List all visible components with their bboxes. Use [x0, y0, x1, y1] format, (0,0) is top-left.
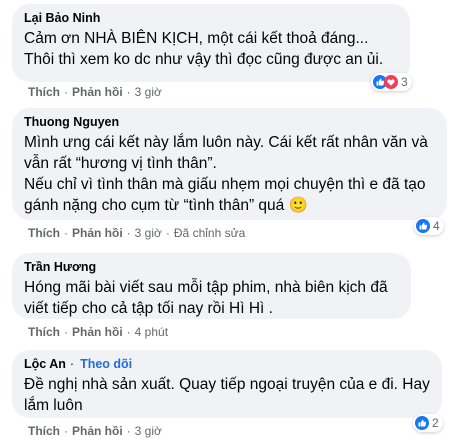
reply-button[interactable]: Phản hồi — [72, 325, 123, 339]
comment-author-row: Lộc An · Theo dõi — [24, 356, 133, 372]
comment-author[interactable]: Lộc An — [24, 356, 66, 372]
comment-bubble: Thuong Nguyen Mình ưng cái kết này lắm l… — [12, 108, 447, 220]
comment-author[interactable]: Lại Bảo Ninh — [24, 10, 398, 26]
like-button[interactable]: Thích — [28, 226, 60, 240]
comment-actions: Thích · Phản hồi · 3 giờ · Đã chỉnh sửa — [28, 226, 246, 240]
reaction-count: 4 — [433, 219, 440, 233]
comment-time[interactable]: 3 giờ — [135, 226, 162, 240]
comment-actions: Thích · Phản hồi · 4 phút — [28, 325, 169, 339]
comment-actions: Thích · Phản hồi · 3 giờ — [28, 424, 162, 438]
comment-author[interactable]: Trần Hương — [24, 259, 399, 275]
love-reaction-icon — [384, 75, 398, 89]
comment-text: Đề nghị nhà sản xuất. Quay tiếp ngoại tr… — [24, 376, 430, 414]
comment-time[interactable]: 3 giờ — [135, 85, 162, 99]
like-button[interactable]: Thích — [28, 424, 60, 438]
reaction-count: 2 — [432, 416, 439, 430]
follow-button[interactable]: Theo dõi — [80, 356, 132, 372]
edited-label[interactable]: Đã chỉnh sửa — [174, 226, 245, 240]
comment-bubble: Lộc An · Theo dõi Đề nghị nhà sản xuất. … — [12, 350, 442, 418]
comment-text: Hóng mãi bài viết sau mỗi tập phim, nhà … — [24, 279, 388, 317]
reply-button[interactable]: Phản hồi — [72, 226, 123, 240]
like-button[interactable]: Thích — [28, 85, 60, 99]
comment-bubble: Trần Hương Hóng mãi bài viết sau mỗi tập… — [12, 253, 411, 319]
reaction-summary[interactable]: 3 — [371, 73, 412, 91]
comment-actions: Thích · Phản hồi · 3 giờ — [28, 85, 162, 99]
reaction-summary[interactable]: 2 — [413, 414, 443, 432]
comment-time[interactable]: 3 giờ — [135, 424, 162, 438]
like-reaction-icon — [416, 219, 430, 233]
like-reaction-icon — [415, 416, 429, 430]
reaction-count: 3 — [401, 75, 408, 89]
reaction-summary[interactable]: 4 — [414, 217, 444, 235]
like-button[interactable]: Thích — [28, 325, 60, 339]
comment-text: Cảm ơn NHÀ BIÊN KỊCH, một cái kết thoả đ… — [24, 30, 384, 68]
comment-text: Mình ưng cái kết này lắm luôn này. Cái k… — [24, 134, 428, 214]
comment-bubble: Lại Bảo Ninh Cảm ơn NHÀ BIÊN KỊCH, một c… — [12, 4, 410, 82]
comment-time[interactable]: 4 phút — [135, 325, 168, 339]
reply-button[interactable]: Phản hồi — [72, 424, 123, 438]
comment-author[interactable]: Thuong Nguyen — [24, 114, 435, 130]
reply-button[interactable]: Phản hồi — [72, 85, 123, 99]
